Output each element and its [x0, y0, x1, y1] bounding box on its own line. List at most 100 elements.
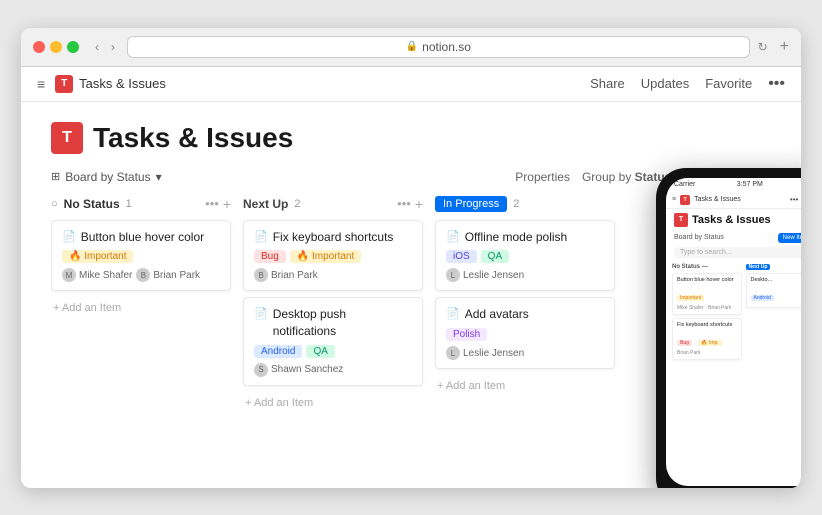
address-bar[interactable]: 🔒 notion.so: [127, 36, 750, 58]
phone-page-header: T Tasks & Issues: [666, 209, 801, 231]
phone-assignees: Brian Park: [677, 350, 737, 356]
group-by-label: Group by Status: [582, 170, 671, 184]
add-item-no-status[interactable]: + Add an Item: [51, 297, 231, 319]
card-title: Desktop push notifications: [273, 306, 412, 340]
column-more-button[interactable]: •••: [397, 196, 411, 211]
app-toolbar: ≡ T Tasks & Issues Share Updates Favorit…: [21, 67, 801, 102]
phone-card-2: Fix keyboard shortcuts Bug 🔥 Imp. Brian …: [672, 318, 742, 360]
phone-tag-important: 🔥 Imp.: [698, 340, 721, 346]
card-doc-icon: 📄: [62, 230, 76, 243]
phone-menu-icon: ≡: [672, 196, 676, 203]
tag-qa: QA: [306, 345, 334, 358]
browser-window: ‹ › 🔒 notion.so ↻ + ≡ T Tasks & Issues S…: [21, 28, 801, 488]
reload-button[interactable]: ↻: [758, 40, 768, 54]
page-icon-letter: T: [62, 129, 72, 147]
page-header: T Tasks & Issues: [51, 122, 771, 154]
card-doc-icon: 📄: [446, 230, 460, 243]
column-next-up: Next Up 2 ••• + 📄 Fix keyboard shortcuts…: [243, 196, 423, 414]
forward-button[interactable]: ›: [107, 38, 119, 56]
phone-page-icon: T: [674, 213, 688, 227]
more-button[interactable]: •••: [768, 75, 785, 93]
card-title: Offline mode polish: [465, 229, 568, 246]
add-item-in-progress[interactable]: + Add an Item: [435, 375, 615, 397]
tag-qa: QA: [481, 250, 509, 263]
card-title: Add avatars: [465, 306, 529, 323]
assignee-leslie: L Leslie Jensen: [446, 346, 524, 360]
phone-card-title: Deskto...: [751, 277, 802, 284]
column-actions: ••• +: [397, 196, 423, 212]
page-title: Tasks & Issues: [93, 122, 293, 154]
phone-columns: No Status — Button blue hover color Impo…: [666, 260, 801, 486]
new-tab-button[interactable]: +: [780, 38, 789, 56]
add-item-next-up[interactable]: + Add an Item: [243, 392, 423, 414]
tag-important: 🔥 Important: [290, 250, 361, 263]
phone-carrier: Carrier: [674, 181, 695, 188]
board-icon: ⊞: [51, 170, 60, 183]
column-title: No Status: [64, 197, 120, 211]
avatar: L: [446, 346, 460, 360]
share-button[interactable]: Share: [590, 76, 625, 91]
view-selector[interactable]: ⊞ Board by Status ▾: [51, 170, 162, 184]
column-header-next-up: Next Up 2 ••• +: [243, 196, 423, 212]
phone-col-header-no-status: No Status —: [672, 264, 742, 270]
phone-col-next-up: Next Up Deskto... Android: [746, 264, 802, 482]
phone-tag-bug: Bug: [677, 340, 692, 346]
in-progress-badge: In Progress: [435, 196, 507, 212]
favorite-button[interactable]: Favorite: [705, 76, 752, 91]
phone-new-item-button[interactable]: New Item: [778, 233, 801, 243]
column-add-button[interactable]: +: [223, 196, 231, 212]
phone-col-count: —: [702, 264, 708, 270]
card-fix-keyboard[interactable]: 📄 Fix keyboard shortcuts Bug 🔥 Important…: [243, 220, 423, 292]
phone-assignees: Mike Shafer · Brian Park: [677, 305, 737, 311]
back-button[interactable]: ‹: [91, 38, 103, 56]
phone-board-title: Board by Status: [674, 234, 724, 241]
phone-search-bar[interactable]: Type to search...: [674, 247, 801, 258]
avatar: L: [446, 268, 460, 282]
phone-col-title: No Status: [672, 264, 700, 270]
card-button-hover[interactable]: 📄 Button blue hover color 🔥 Important M …: [51, 220, 231, 292]
phone-status-bar: Carrier 3:57 PM 🔋: [666, 178, 801, 192]
minimize-button[interactable]: [50, 41, 62, 53]
menu-icon[interactable]: ≡: [37, 76, 45, 92]
close-button[interactable]: [33, 41, 45, 53]
updates-button[interactable]: Updates: [641, 76, 689, 91]
column-more-button[interactable]: •••: [205, 196, 219, 211]
phone-card-title: Fix keyboard shortcuts: [677, 322, 737, 329]
column-count: 1: [126, 198, 132, 210]
card-doc-icon: 📄: [254, 230, 268, 243]
page-content: T Tasks & Issues ⊞ Board by Status ▾ Pro…: [21, 102, 801, 488]
traffic-lights: [33, 41, 79, 53]
tag-polish: Polish: [446, 328, 487, 341]
maximize-button[interactable]: [67, 41, 79, 53]
avatar: B: [254, 268, 268, 282]
phone-more-button: •••: [790, 195, 798, 204]
chevron-down-icon: ▾: [156, 170, 162, 184]
phone-card-3: Deskto... Android: [746, 273, 802, 308]
phone-app-title: Tasks & Issues: [694, 196, 786, 203]
phone-toolbar: ≡ T Tasks & Issues ••• ↑ ✎: [666, 192, 801, 209]
phone-tag-important: Important: [677, 295, 704, 301]
avatar: S: [254, 363, 268, 377]
nav-buttons: ‹ ›: [91, 38, 119, 56]
column-count: 2: [294, 198, 300, 210]
column-add-button[interactable]: +: [415, 196, 423, 212]
card-desktop-push[interactable]: 📄 Desktop push notifications Android QA …: [243, 297, 423, 386]
phone-col-no-status: No Status — Button blue hover color Impo…: [672, 264, 742, 482]
tag-android: Android: [254, 345, 302, 358]
phone-mockup: Carrier 3:57 PM 🔋 ≡ T Tasks & Issues •••…: [656, 168, 801, 488]
column-header-in-progress: In Progress 2: [435, 196, 615, 212]
phone-tag-android: Android: [751, 295, 774, 301]
url-text: notion.so: [422, 40, 471, 54]
card-add-avatars[interactable]: 📄 Add avatars Polish L Leslie Jensen: [435, 297, 615, 369]
phone-page-title: Tasks & Issues: [692, 214, 771, 226]
properties-button[interactable]: Properties: [515, 170, 570, 184]
card-offline-mode[interactable]: 📄 Offline mode polish iOS QA L Leslie Je…: [435, 220, 615, 292]
column-title: Next Up: [243, 197, 288, 211]
tag-important: 🔥 Important: [62, 250, 133, 263]
card-doc-icon: 📄: [446, 307, 460, 320]
assignee-shawn: S Shawn Sanchez: [254, 363, 343, 377]
phone-next-up-badge: Next Up: [746, 264, 771, 270]
app-logo: T: [55, 75, 73, 93]
column-actions: ••• +: [205, 196, 231, 212]
phone-time: 3:57 PM: [737, 181, 763, 188]
